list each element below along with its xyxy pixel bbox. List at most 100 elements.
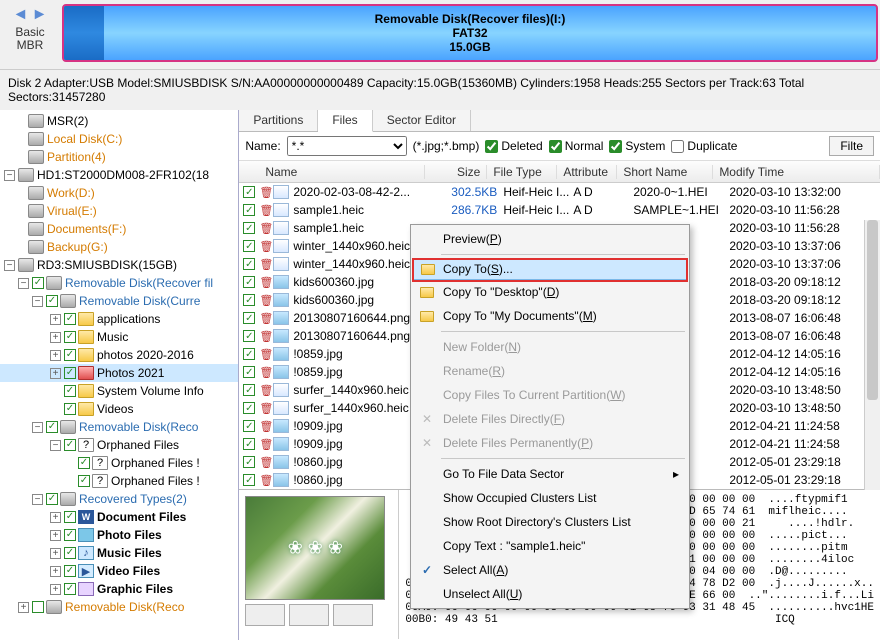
tree-checkbox[interactable] — [64, 349, 76, 361]
tree-checkbox[interactable] — [78, 475, 90, 487]
filter-duplicate[interactable]: Duplicate — [671, 139, 737, 153]
file-checkbox[interactable] — [243, 312, 255, 324]
file-checkbox[interactable] — [243, 420, 255, 432]
ctx-copy-desktop[interactable]: Copy To "Desktop"(D) — [413, 280, 687, 304]
filter-normal-checkbox[interactable] — [549, 140, 562, 153]
filter-system-checkbox[interactable] — [609, 140, 622, 153]
tree-expand-icon[interactable]: + — [50, 314, 61, 325]
preview-thumb[interactable] — [289, 604, 329, 626]
filter-deleted[interactable]: Deleted — [485, 139, 542, 153]
tree-item[interactable]: Backup(G:) — [47, 240, 108, 254]
tree-checkbox[interactable] — [64, 511, 76, 523]
tree-item[interactable]: Document Files — [97, 510, 186, 524]
tree-checkbox[interactable] — [64, 331, 76, 343]
tree-checkbox[interactable] — [46, 421, 58, 433]
ctx-preview[interactable]: Preview(P) — [413, 227, 687, 251]
tree-item[interactable]: HD1:ST2000DM008-2FR102(18 — [37, 168, 209, 182]
file-checkbox[interactable] — [243, 438, 255, 450]
tree-item[interactable]: Music Files — [97, 546, 162, 560]
tree-item[interactable]: Graphic Files — [97, 582, 173, 596]
tab-files[interactable]: Files — [318, 110, 372, 132]
tree-expand-icon[interactable]: + — [50, 584, 61, 595]
col-type[interactable]: File Type — [487, 165, 557, 179]
tree-item[interactable]: applications — [97, 312, 160, 326]
tree-collapse-icon[interactable]: − — [32, 422, 43, 433]
tree-item[interactable]: System Volume Info — [97, 384, 204, 398]
file-checkbox[interactable] — [243, 330, 255, 342]
tree-checkbox[interactable] — [64, 439, 76, 451]
tree-expand-icon[interactable]: + — [18, 602, 29, 613]
tree-item[interactable]: Recovered Types(2) — [79, 492, 187, 506]
tree-checkbox[interactable] — [64, 313, 76, 325]
tree-item[interactable]: RD3:SMIUSBDISK(15GB) — [37, 258, 177, 272]
tree-item[interactable]: Virual(E:) — [47, 204, 97, 218]
tree-collapse-icon[interactable]: − — [50, 440, 61, 451]
col-name[interactable]: Name — [259, 165, 425, 179]
ctx-copy-to[interactable]: Copy To(S)... — [413, 258, 687, 280]
tree-item[interactable]: Music — [97, 330, 128, 344]
file-checkbox[interactable] — [243, 456, 255, 468]
filter-deleted-checkbox[interactable] — [485, 140, 498, 153]
file-checkbox[interactable] — [243, 474, 255, 486]
ctx-copy-text[interactable]: Copy Text : "sample1.heic" — [413, 534, 687, 558]
file-checkbox[interactable] — [243, 294, 255, 306]
file-row[interactable]: 🗑2020-02-03-08-42-2...302.5KBHeif-Heic I… — [239, 183, 880, 201]
preview-image[interactable] — [245, 496, 385, 600]
scrollbar-thumb[interactable] — [867, 220, 878, 400]
tree-expand-icon[interactable]: + — [50, 548, 61, 559]
tree-expand-icon[interactable]: + — [50, 512, 61, 523]
tree-checkbox[interactable] — [32, 277, 44, 289]
disk-banner[interactable]: Removable Disk(Recover files)(I:) FAT32 … — [62, 4, 878, 62]
filter-duplicate-checkbox[interactable] — [671, 140, 684, 153]
tree-checkbox[interactable] — [64, 403, 76, 415]
file-checkbox[interactable] — [243, 348, 255, 360]
file-checkbox[interactable] — [243, 276, 255, 288]
tree-item[interactable]: Orphaned Files ! — [111, 474, 200, 488]
tree-item[interactable]: Orphaned Files — [97, 438, 179, 452]
nav-forward-icon[interactable]: ► — [32, 6, 48, 23]
tree-collapse-icon[interactable]: − — [32, 296, 43, 307]
tree-checkbox[interactable] — [64, 583, 76, 595]
tree-collapse-icon[interactable]: − — [4, 260, 15, 271]
tree-item[interactable]: Videos — [97, 402, 133, 416]
ctx-unselect-all[interactable]: Unselect All(U) — [413, 582, 687, 606]
col-short[interactable]: Short Name — [617, 165, 713, 179]
tree-expand-icon[interactable]: + — [50, 566, 61, 577]
tree-collapse-icon[interactable]: − — [32, 494, 43, 505]
filter-normal[interactable]: Normal — [549, 139, 604, 153]
file-checkbox[interactable] — [243, 384, 255, 396]
ctx-copy-mydocs[interactable]: Copy To "My Documents"(M) — [413, 304, 687, 328]
file-checkbox[interactable] — [243, 240, 255, 252]
scrollbar[interactable] — [864, 220, 880, 490]
tree-item[interactable]: Partition(4) — [47, 150, 106, 164]
tree-checkbox[interactable] — [64, 529, 76, 541]
tree-item[interactable]: Photo Files — [97, 528, 162, 542]
tree-item-selected[interactable]: Photos 2021 — [97, 366, 164, 380]
tree-item[interactable]: Work(D:) — [47, 186, 95, 200]
file-row[interactable]: 🗑sample1.heic286.7KBHeif-Heic I...A DSAM… — [239, 201, 880, 219]
tree-item[interactable]: Removable Disk(Curre — [79, 294, 200, 308]
tree-expand-icon[interactable]: + — [50, 368, 61, 379]
partition-tree[interactable]: MSR(2) Local Disk(C:) Partition(4) −HD1:… — [0, 110, 239, 640]
file-checkbox[interactable] — [243, 186, 255, 198]
tree-checkbox[interactable] — [64, 547, 76, 559]
tree-expand-icon[interactable]: + — [50, 530, 61, 541]
preview-thumb[interactable] — [333, 604, 373, 626]
ctx-root-clusters[interactable]: Show Root Directory's Clusters List — [413, 510, 687, 534]
tree-checkbox[interactable] — [46, 295, 58, 307]
filter-system[interactable]: System — [609, 139, 665, 153]
tree-item[interactable]: Removable Disk(Recover fil — [65, 276, 213, 290]
tree-item[interactable]: Documents(F:) — [47, 222, 126, 236]
file-checkbox[interactable] — [243, 204, 255, 216]
tree-item[interactable]: Video Files — [97, 564, 160, 578]
tree-item[interactable]: Orphaned Files ! — [111, 456, 200, 470]
tree-collapse-icon[interactable]: − — [4, 170, 15, 181]
tree-item[interactable]: MSR(2) — [47, 114, 88, 128]
tree-item[interactable]: Removable Disk(Reco — [79, 420, 198, 434]
tree-checkbox[interactable] — [46, 493, 58, 505]
tree-checkbox[interactable] — [78, 457, 90, 469]
nav-back-icon[interactable]: ◄ — [12, 6, 28, 23]
tree-expand-icon[interactable]: + — [50, 332, 61, 343]
ctx-goto-sector[interactable]: Go To File Data Sector▸ — [413, 462, 687, 486]
col-size[interactable]: Size — [425, 165, 487, 179]
